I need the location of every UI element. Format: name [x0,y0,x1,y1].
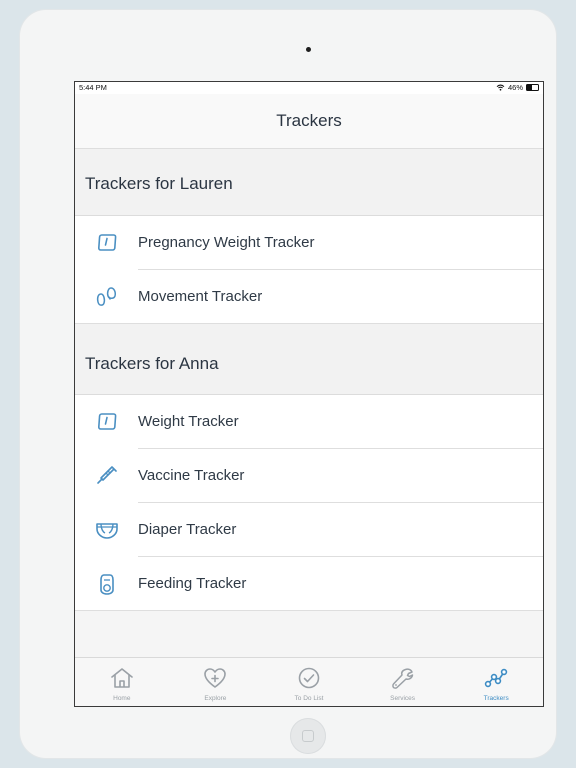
section-title: Trackers for Lauren [85,174,233,193]
tracker-label: Vaccine Tracker [138,467,245,484]
tracker-label: Feeding Tracker [138,575,247,592]
front-camera [306,47,311,52]
tracker-label: Movement Tracker [138,288,263,305]
footprints-icon [96,287,116,306]
tab-bar: Home Explore To Do List Services Tracker… [75,657,543,706]
scale-icon [98,234,117,251]
check-circle-icon [298,667,320,689]
tablet-frame: 5:44 PM 46% Trackers Trackers for Lauren [20,10,556,758]
section-header-lauren: Trackers for Lauren [75,149,543,216]
tracker-row-pregnancy-weight[interactable]: Pregnancy Weight Tracker [75,216,543,270]
battery-percent: 46% [507,83,523,92]
diaper-icon [96,523,118,539]
page-title: Trackers [276,111,342,130]
syringe-icon [97,466,117,484]
app-screen: 5:44 PM 46% Trackers Trackers for Lauren [74,81,544,707]
tracker-row-movement[interactable]: Movement Tracker [75,270,543,324]
tab-home[interactable]: Home [75,658,169,706]
tracker-row-vaccine[interactable]: Vaccine Tracker [75,449,543,503]
home-button-square-icon [302,730,314,742]
status-indicators: 46% [496,83,539,92]
home-icon [110,668,133,688]
tracker-label: Weight Tracker [138,413,239,430]
tab-label: Explore [204,695,227,702]
section-header-anna: Trackers for Anna [75,324,543,395]
tab-label: To Do List [294,695,324,702]
status-time: 5:44 PM [79,83,107,92]
trend-line-icon [484,668,508,688]
heart-plus-icon [204,668,227,688]
tab-label: Trackers [483,695,509,702]
tab-to-do-list[interactable]: To Do List [262,658,356,706]
tab-label: Home [113,695,131,702]
wifi-icon [496,84,505,91]
section-title: Trackers for Anna [85,354,219,373]
wrench-icon [391,668,413,689]
status-bar: 5:44 PM 46% [75,82,543,94]
navigation-bar: Trackers [75,94,543,149]
tracker-row-feeding[interactable]: Feeding Tracker [75,557,543,611]
battery-icon [526,84,539,91]
tab-label: Services [390,695,416,702]
tracker-label: Diaper Tracker [138,521,237,538]
tracker-row-diaper[interactable]: Diaper Tracker [75,503,543,557]
tracker-label: Pregnancy Weight Tracker [138,234,315,251]
bottle-icon [100,574,114,595]
device-home-button[interactable] [290,718,326,754]
row-divider [75,610,543,611]
tab-trackers[interactable]: Trackers [449,658,543,706]
tab-services[interactable]: Services [356,658,450,706]
tab-explore[interactable]: Explore [169,658,263,706]
scale-icon [98,413,117,430]
tracker-row-weight[interactable]: Weight Tracker [75,395,543,449]
